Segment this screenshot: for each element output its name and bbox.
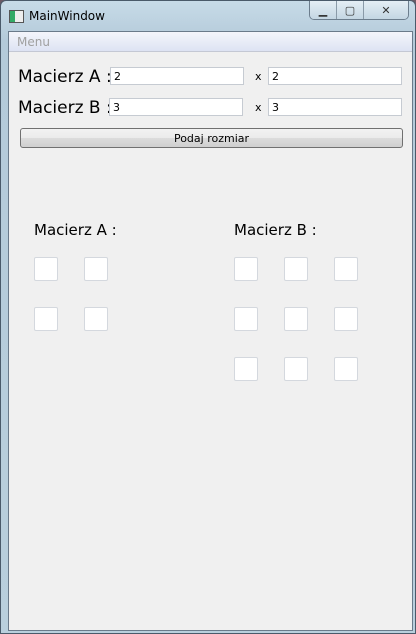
matrix-a-rows-input[interactable]: 2 <box>110 67 244 85</box>
times-label: x <box>255 70 262 83</box>
app-icon <box>9 10 24 23</box>
matrix-a-cols-input[interactable]: 2 <box>268 67 402 85</box>
matrix-a-cell[interactable] <box>84 257 108 281</box>
window-frame: MainWindow ▁ ▢ ✕ Menu Macierz A : 2 x 2 … <box>0 0 416 634</box>
submit-size-button[interactable]: Podaj rozmiar <box>20 128 403 148</box>
matrix-a-cell[interactable] <box>84 307 108 331</box>
matrix-a-label: Macierz A : <box>18 67 112 87</box>
matrix-b-cell[interactable] <box>284 257 308 281</box>
matrix-b-label: Macierz B : <box>18 98 112 118</box>
matrix-b-cell[interactable] <box>334 307 358 331</box>
maximize-button[interactable]: ▢ <box>337 1 364 19</box>
menu-item-menu[interactable]: Menu <box>17 35 50 49</box>
client-area: Menu Macierz A : 2 x 2 Macierz B : 3 x 3… <box>8 31 413 631</box>
matrix-b-cell[interactable] <box>284 357 308 381</box>
matrix-b-cell[interactable] <box>234 357 258 381</box>
matrix-b-cell[interactable] <box>234 307 258 331</box>
matrix-b-cell[interactable] <box>334 357 358 381</box>
matrix-b-cell[interactable] <box>234 257 258 281</box>
matrix-b-grid-label: Macierz B : <box>234 221 317 239</box>
matrix-b-rows-input[interactable]: 3 <box>109 98 243 116</box>
matrix-a-cell[interactable] <box>34 307 58 331</box>
matrix-a-cell[interactable] <box>34 257 58 281</box>
menu-bar: Menu <box>9 32 412 52</box>
window-title: MainWindow <box>29 9 105 23</box>
matrix-b-cols-input[interactable]: 3 <box>268 98 402 116</box>
times-label: x <box>255 101 262 114</box>
matrix-b-cell[interactable] <box>284 307 308 331</box>
matrix-a-grid-label: Macierz A : <box>34 221 117 239</box>
matrix-b-cell[interactable] <box>334 257 358 281</box>
close-button[interactable]: ✕ <box>364 1 408 19</box>
minimize-button[interactable]: ▁ <box>310 1 337 19</box>
